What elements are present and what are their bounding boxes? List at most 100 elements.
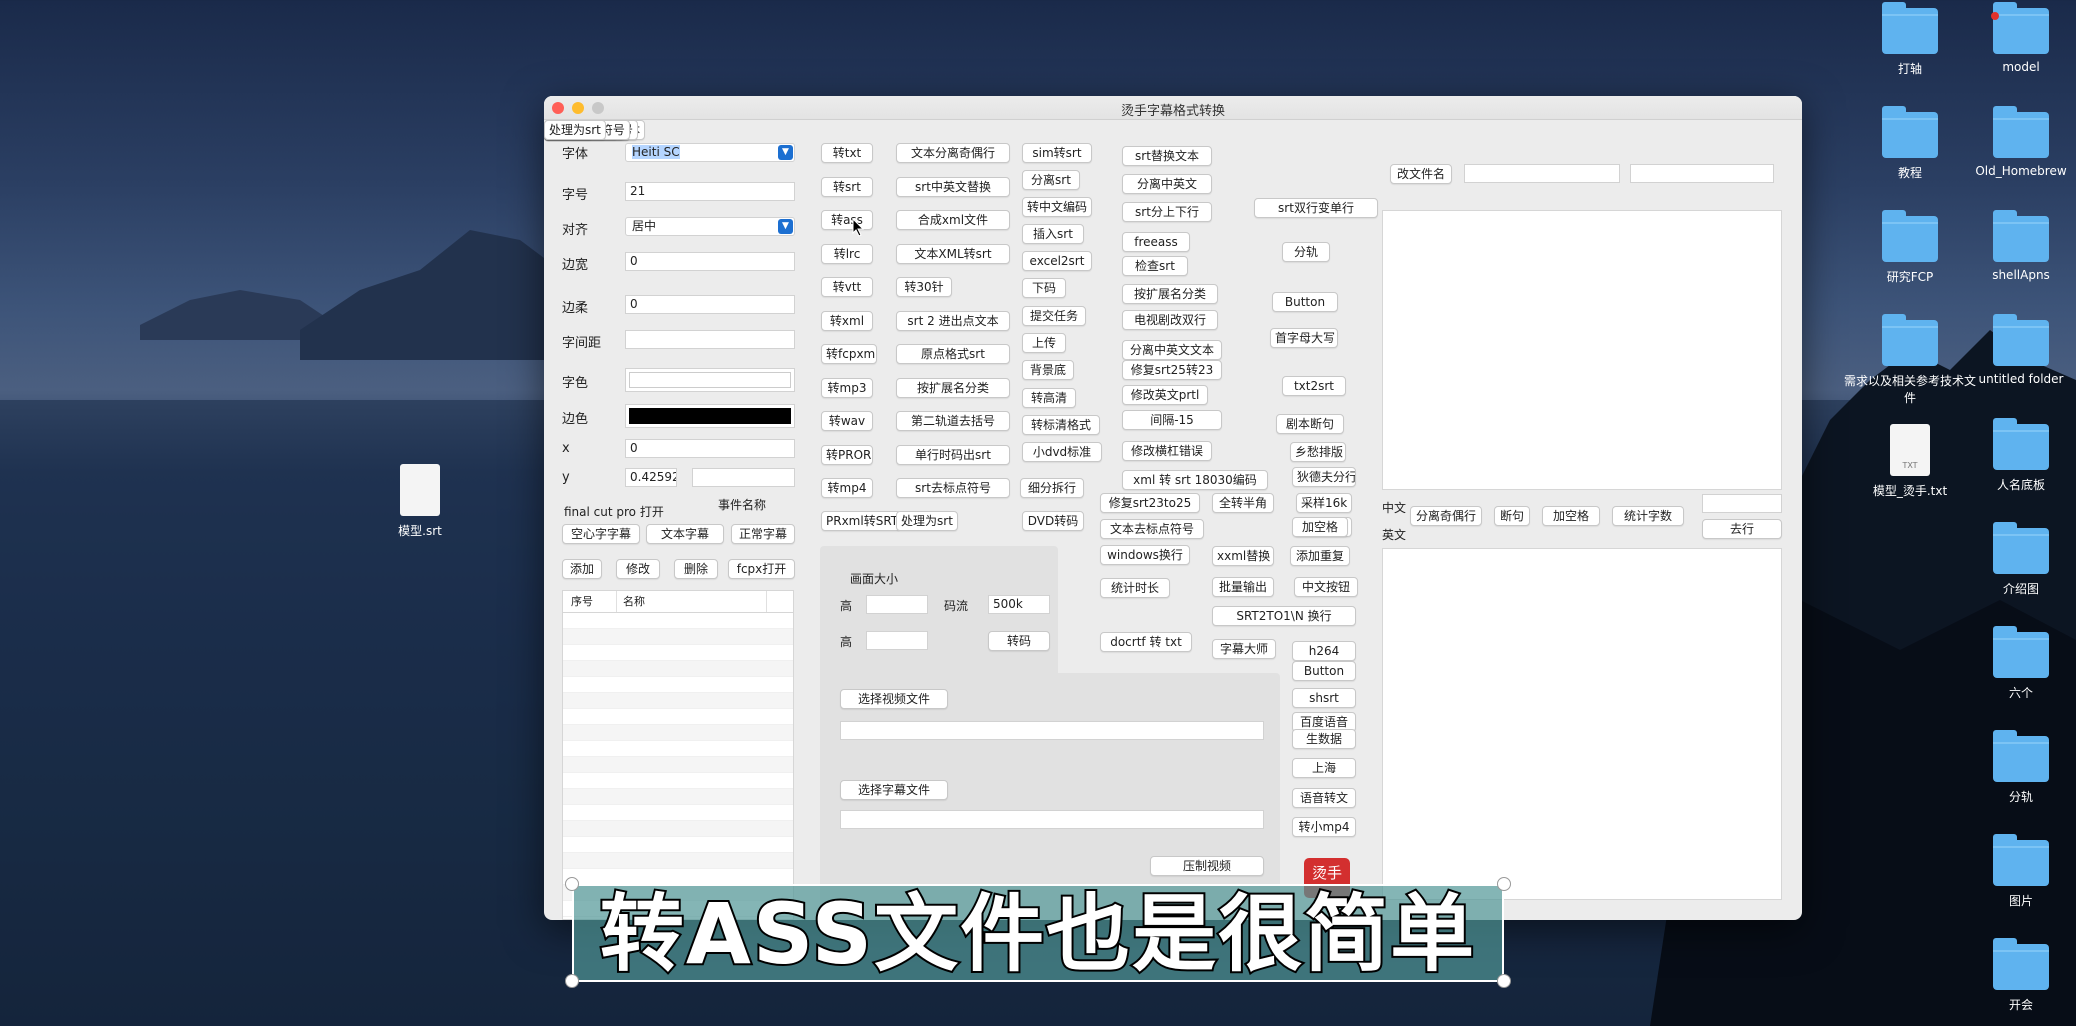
col5-button[interactable]: shsrt xyxy=(1292,688,1356,708)
col3-button[interactable]: 提交任务 xyxy=(1022,306,1086,326)
table-row[interactable] xyxy=(563,693,793,709)
edit-button[interactable]: 修改 xyxy=(616,559,660,579)
rename-button[interactable]: 改文件名 xyxy=(1390,164,1452,184)
fcpx-open-button[interactable]: fcpx打开 xyxy=(728,559,795,579)
col5-button[interactable]: 剧本断句 xyxy=(1276,414,1344,434)
resize-handle[interactable] xyxy=(565,877,579,891)
font-select[interactable]: Heiti SC ▼ xyxy=(625,143,795,162)
desktop-icon[interactable]: model xyxy=(1951,2,2076,74)
transcode-button[interactable]: 转码 xyxy=(988,631,1050,651)
col2-button[interactable]: 文本分离奇偶行 xyxy=(896,143,1010,163)
col1-button[interactable]: 转PROR xyxy=(821,445,873,465)
event-input[interactable] xyxy=(692,468,795,487)
col5-button[interactable]: txt2srt xyxy=(1282,376,1346,396)
count-words-button[interactable]: 统计字数 xyxy=(1612,506,1684,526)
desktop-icon[interactable]: 开会 xyxy=(1951,938,2076,1013)
col4-button[interactable]: 修改英文prtl xyxy=(1122,385,1208,405)
table-row[interactable] xyxy=(563,789,793,805)
add-button[interactable]: 添加 xyxy=(562,559,602,579)
rename-input-2[interactable] xyxy=(1630,164,1774,183)
col4-button[interactable]: srt替换文本 xyxy=(1122,146,1212,166)
col4-button[interactable]: freeass xyxy=(1122,232,1190,252)
col5-button[interactable]: 字幕大师 xyxy=(1212,639,1276,659)
col2-button[interactable]: 转30针 xyxy=(896,277,952,297)
event-table[interactable]: 序号 名称 xyxy=(562,590,794,920)
col5-button[interactable]: 转小mp4 xyxy=(1292,817,1356,837)
desktop-icon[interactable]: Old_Homebrew xyxy=(1951,106,2076,178)
desktop-icon[interactable]: untitled folder xyxy=(1951,314,2076,386)
col5-button[interactable]: h264 xyxy=(1292,641,1356,661)
desktop-icon[interactable]: 图片 xyxy=(1951,834,2076,909)
desktop-icon[interactable]: shellApns xyxy=(1951,210,2076,282)
col3-button[interactable]: 细分拆行 xyxy=(1020,478,1084,498)
font-color-well[interactable] xyxy=(625,368,795,392)
col3-button[interactable]: excel2srt xyxy=(1022,251,1092,271)
col2-button[interactable]: 文本XML转srt xyxy=(896,244,1010,264)
english-textarea[interactable] xyxy=(1382,548,1782,900)
col3-button[interactable]: sim转srt xyxy=(1022,143,1092,163)
table-row[interactable] xyxy=(563,741,793,757)
col4-button[interactable]: 文本去标点符号 xyxy=(1100,519,1204,539)
video-path-input[interactable] xyxy=(840,721,1264,740)
col5-button[interactable]: 批量输出 xyxy=(1212,577,1274,597)
chinese-textarea[interactable] xyxy=(1382,210,1782,490)
col1-button[interactable]: 转vtt xyxy=(821,277,873,297)
table-row[interactable] xyxy=(563,677,793,693)
col2-button[interactable]: srt中英文替换 xyxy=(896,177,1010,197)
table-row[interactable] xyxy=(563,773,793,789)
col4-button[interactable]: 间隔-15 xyxy=(1122,410,1222,430)
col4-button[interactable]: windows换行 xyxy=(1100,545,1190,565)
col2-button[interactable]: 单行时码出srt xyxy=(896,445,1010,465)
col4-button[interactable]: 修复srt25转23 xyxy=(1122,360,1222,380)
delete-button[interactable]: 删除 xyxy=(674,559,718,579)
table-row[interactable] xyxy=(563,869,793,885)
col5-button[interactable]: 中文按钮 xyxy=(1294,577,1358,597)
col5-button[interactable]: 添加重复 xyxy=(1290,546,1350,566)
resize-handle[interactable] xyxy=(1497,974,1511,988)
y-input[interactable]: 0.425926 xyxy=(625,468,677,487)
col5-button[interactable]: 上海 xyxy=(1292,758,1356,778)
col5-button[interactable]: xxml替换 xyxy=(1212,546,1274,566)
col4-button[interactable]: 分离中英文 xyxy=(1122,174,1212,194)
col3-button[interactable]: DVD转码 xyxy=(1022,511,1084,531)
col1-button[interactable]: PRxml转SRT xyxy=(821,511,901,531)
subtitle-path-input[interactable] xyxy=(840,810,1264,829)
split-odd-even-button[interactable]: 分离奇偶行 xyxy=(1410,506,1482,526)
col2-button[interactable]: srt去标点符号 xyxy=(896,478,1010,498)
col3-button[interactable]: 分离srt xyxy=(1022,170,1080,190)
col5-button[interactable]: 语音转文 xyxy=(1292,788,1356,808)
burn-video-button[interactable]: 压制视频 xyxy=(1150,856,1264,876)
col2-button[interactable]: 处理为srt xyxy=(896,511,958,531)
col5-button[interactable]: 首字母大写 xyxy=(1270,328,1338,348)
col5-button[interactable]: 全转半角 xyxy=(1212,493,1274,513)
col4-button[interactable]: 按扩展名分类 xyxy=(1122,284,1218,304)
col5-button[interactable]: 生数据 xyxy=(1292,729,1356,749)
table-row[interactable] xyxy=(563,853,793,869)
sentence-break-button[interactable]: 断句 xyxy=(1494,506,1530,526)
table-row[interactable] xyxy=(563,805,793,821)
col4-button[interactable]: 修复srt23to25 xyxy=(1100,493,1200,513)
choose-subtitle-button[interactable]: 选择字幕文件 xyxy=(840,780,948,800)
col4-button[interactable]: docrtf 转 txt xyxy=(1100,632,1192,652)
col2-button[interactable]: 合成xml文件 xyxy=(896,210,1010,230)
table-row[interactable] xyxy=(563,613,793,629)
desktop-icon[interactable]: 人名底板 xyxy=(1951,418,2076,493)
soft-input[interactable]: 0 xyxy=(625,295,795,314)
col4-button[interactable]: 电视剧改双行 xyxy=(1122,310,1218,330)
col5-button[interactable]: 采样16k xyxy=(1296,493,1352,513)
col3-button[interactable]: 背景底 xyxy=(1022,360,1074,380)
goto-line-button[interactable]: 去行 xyxy=(1702,519,1782,539)
col5-button[interactable]: 乡愁排版 xyxy=(1290,442,1346,462)
table-row[interactable] xyxy=(563,661,793,677)
table-row[interactable] xyxy=(563,709,793,725)
col3-button[interactable]: 插入srt xyxy=(1022,224,1084,244)
col1-button[interactable]: 转mp4 xyxy=(821,478,873,498)
col1-button[interactable]: 转xml xyxy=(821,311,873,331)
col1-button[interactable]: 转txt xyxy=(821,143,873,163)
col5-button[interactable]: SRT2TO1\N 换行 xyxy=(1212,606,1356,626)
table-row[interactable] xyxy=(563,821,793,837)
col4-button[interactable]: xml 转 srt 18030编码 xyxy=(1122,470,1268,490)
table-row[interactable] xyxy=(563,757,793,773)
desktop-icon[interactable]: 介绍图 xyxy=(1951,522,2076,597)
width-input[interactable] xyxy=(866,595,928,614)
